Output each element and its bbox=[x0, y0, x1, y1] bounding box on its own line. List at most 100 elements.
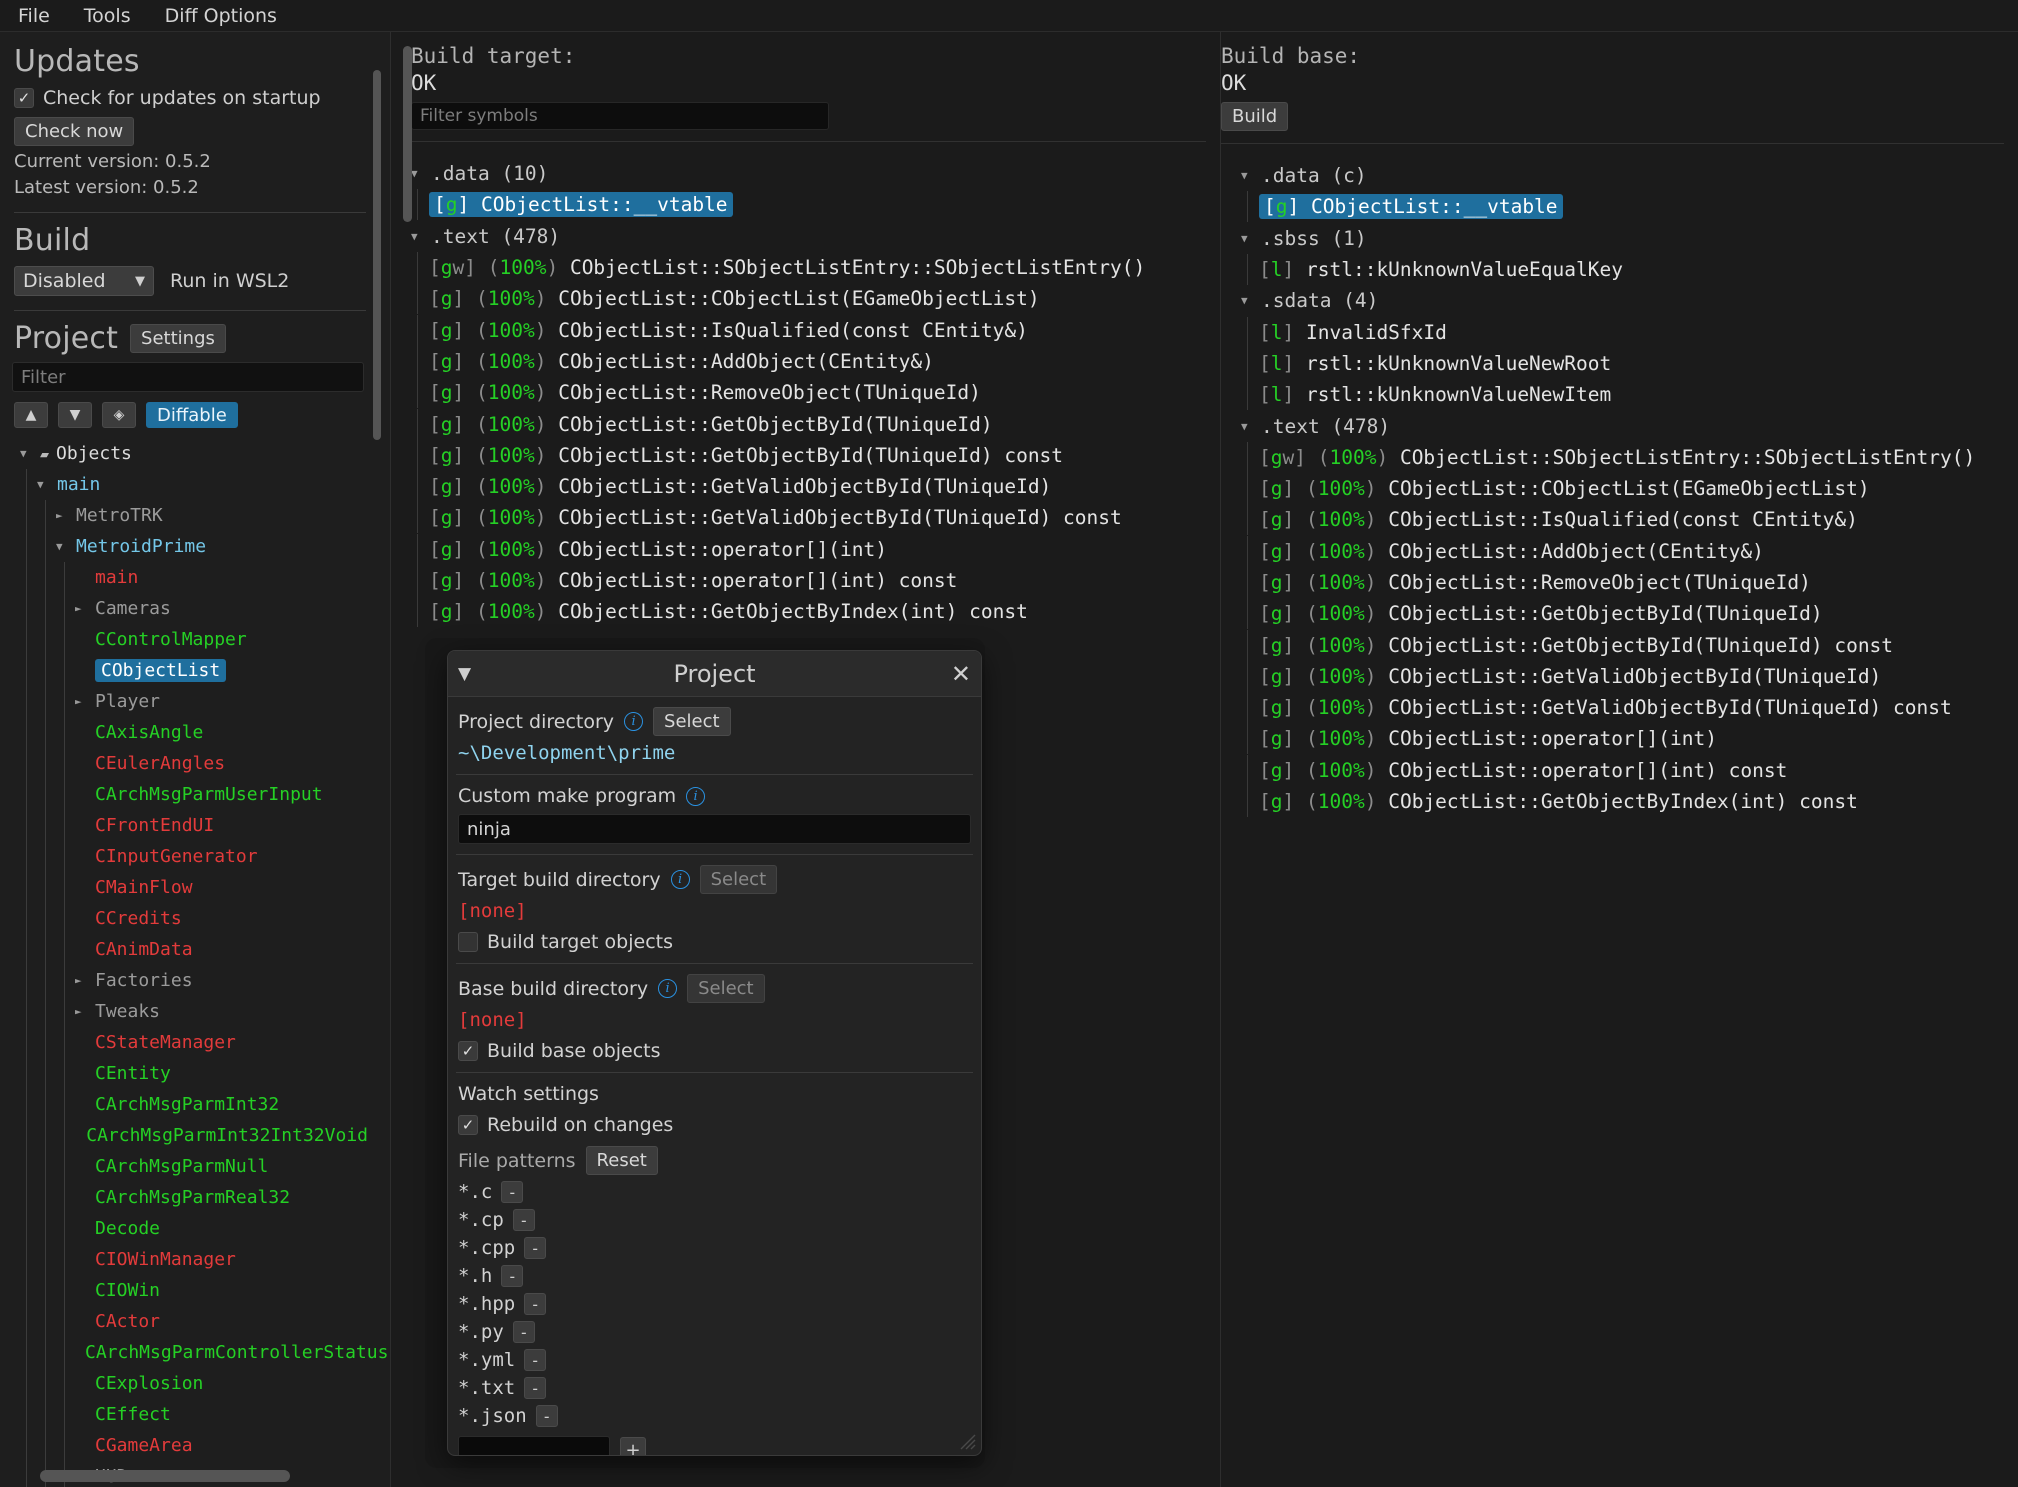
chevron-right-icon[interactable]: ► bbox=[75, 602, 89, 615]
tree-item[interactable]: CIOWin bbox=[12, 1275, 368, 1306]
symbol-section-row[interactable]: ▼.sbss (1) bbox=[1221, 223, 2018, 254]
project-settings-button[interactable]: Settings bbox=[130, 324, 226, 353]
add-pattern-button[interactable]: + bbox=[620, 1437, 646, 1456]
diffable-toggle-button[interactable]: Diffable bbox=[146, 402, 238, 428]
chevron-down-icon[interactable]: ▼ bbox=[411, 230, 424, 243]
resize-grip-icon[interactable] bbox=[955, 1429, 977, 1451]
tree-item[interactable]: CAnimData bbox=[12, 934, 368, 965]
tree-item[interactable]: CEntity bbox=[12, 1058, 368, 1089]
build-base-objects-row[interactable]: ✓ Build base objects bbox=[458, 1040, 971, 1062]
symbol-row[interactable]: [l] rstl::kUnknownValueNewItem bbox=[1221, 379, 2018, 410]
menu-item-file[interactable]: File bbox=[12, 3, 56, 29]
tree-item[interactable]: ►Cameras bbox=[12, 593, 368, 624]
tree-item[interactable]: CArchMsgParmNull bbox=[12, 1151, 368, 1182]
symbol-row[interactable]: [g] (100%) CObjectList::operator[](int) … bbox=[391, 565, 1220, 596]
symbol-row[interactable]: [g] (100%) CObjectList::IsQualified(cons… bbox=[1221, 504, 2018, 535]
move-up-icon[interactable]: ▲ bbox=[14, 402, 48, 428]
symbol-row[interactable]: [gw] (100%) CObjectList::SObjectListEntr… bbox=[1221, 442, 2018, 473]
project-filter-input[interactable]: Filter bbox=[12, 362, 364, 392]
tree-item[interactable]: CExplosion bbox=[12, 1368, 368, 1399]
rebuild-on-changes-row[interactable]: ✓ Rebuild on changes bbox=[458, 1114, 971, 1136]
info-icon[interactable]: i bbox=[624, 712, 643, 731]
symbol-row[interactable]: [g] (100%) CObjectList::AddObject(CEntit… bbox=[391, 346, 1220, 377]
new-pattern-input[interactable] bbox=[458, 1436, 610, 1456]
chevron-down-icon[interactable]: ▼ bbox=[1241, 169, 1254, 182]
chevron-down-icon[interactable]: ▼ bbox=[56, 540, 70, 553]
tree-item[interactable]: ▼main bbox=[12, 469, 368, 500]
base-build-directory-select-button[interactable]: Select bbox=[687, 974, 765, 1003]
chevron-down-icon[interactable]: ▼ bbox=[1241, 420, 1254, 433]
file-patterns-reset-button[interactable]: Reset bbox=[586, 1146, 658, 1175]
remove-pattern-button[interactable]: - bbox=[524, 1349, 546, 1371]
check-now-button[interactable]: Check now bbox=[14, 117, 134, 146]
chevron-down-icon[interactable]: ▼ bbox=[1241, 232, 1254, 245]
tree-item[interactable]: CStateManager bbox=[12, 1027, 368, 1058]
symbol-row[interactable]: [g] (100%) CObjectList::IsQualified(cons… bbox=[391, 314, 1220, 345]
symbol-section-row[interactable]: ▼.data (c) bbox=[1221, 160, 2018, 191]
symbol-row[interactable]: [g] (100%) CObjectList::operator[](int) bbox=[391, 534, 1220, 565]
symbol-row[interactable]: [g] (100%) CObjectList::GetObjectByIndex… bbox=[1221, 786, 2018, 817]
remove-pattern-button[interactable]: - bbox=[536, 1405, 558, 1427]
remove-pattern-button[interactable]: - bbox=[524, 1293, 546, 1315]
remove-pattern-button[interactable]: - bbox=[501, 1265, 523, 1287]
symbol-row[interactable]: [g] (100%) CObjectList::GetObjectById(TU… bbox=[391, 440, 1220, 471]
symbol-row[interactable]: [gw] (100%) CObjectList::SObjectListEntr… bbox=[391, 252, 1220, 283]
symbol-row[interactable]: [g] (100%) CObjectList::GetObjectById(TU… bbox=[391, 408, 1220, 439]
symbol-row[interactable]: [g] (100%) CObjectList::GetValidObjectBy… bbox=[1221, 661, 2018, 692]
chevron-right-icon[interactable]: ► bbox=[56, 509, 70, 522]
symbol-row[interactable]: [g] (100%) CObjectList::GetObjectById(TU… bbox=[1221, 629, 2018, 660]
sidebar-horizontal-scrollbar[interactable] bbox=[40, 1470, 290, 1482]
chevron-right-icon[interactable]: ► bbox=[75, 1005, 89, 1018]
build-mode-select[interactable]: Disabled ▼ bbox=[14, 266, 154, 296]
chevron-down-icon[interactable]: ▼ bbox=[37, 478, 51, 491]
tree-item[interactable]: CArchMsgParmUserInput bbox=[12, 779, 368, 810]
check-updates-on-startup-row[interactable]: ✓ Check for updates on startup bbox=[14, 87, 368, 109]
tree-item[interactable]: ▼▰Objects bbox=[12, 438, 368, 469]
target-build-directory-select-button[interactable]: Select bbox=[700, 865, 778, 894]
tree-item[interactable]: CEffect bbox=[12, 1399, 368, 1430]
symbol-section-row[interactable]: ▼.text (478) bbox=[1221, 410, 2018, 441]
tree-item[interactable]: CEulerAngles bbox=[12, 748, 368, 779]
tree-item[interactable]: CArchMsgParmReal32 bbox=[12, 1182, 368, 1213]
symbol-row[interactable]: [g] (100%) CObjectList::GetObjectById(TU… bbox=[1221, 598, 2018, 629]
tree-item[interactable]: CActor bbox=[12, 1306, 368, 1337]
tree-item[interactable]: CInputGenerator bbox=[12, 841, 368, 872]
menu-item-tools[interactable]: Tools bbox=[78, 3, 137, 29]
tree-item[interactable]: ►Factories bbox=[12, 965, 368, 996]
close-icon[interactable]: ✕ bbox=[951, 660, 971, 688]
target-symbol-filter-input[interactable]: Filter symbols bbox=[411, 102, 829, 130]
menu-item-diff-options[interactable]: Diff Options bbox=[159, 3, 283, 29]
tree-item[interactable]: CGameArea bbox=[12, 1430, 368, 1461]
symbol-row[interactable]: [l] rstl::kUnknownValueEqualKey bbox=[1221, 254, 2018, 285]
tree-item[interactable]: CArchMsgParmInt32Int32Void bbox=[12, 1120, 368, 1151]
build-base-objects-checkbox[interactable]: ✓ bbox=[458, 1041, 478, 1061]
symbol-row[interactable]: [g] CObjectList::__vtable bbox=[391, 189, 1220, 220]
move-down-icon[interactable]: ▼ bbox=[58, 402, 92, 428]
tree-item[interactable]: ►Tweaks bbox=[12, 996, 368, 1027]
chevron-right-icon[interactable]: ► bbox=[75, 695, 89, 708]
tree-item[interactable]: ►MetroTRK bbox=[12, 500, 368, 531]
info-icon[interactable]: i bbox=[658, 979, 677, 998]
remove-pattern-button[interactable]: - bbox=[513, 1321, 535, 1343]
tree-item[interactable]: main bbox=[12, 562, 368, 593]
tree-item[interactable]: CMainFlow bbox=[12, 872, 368, 903]
build-target-objects-checkbox[interactable]: ✓ bbox=[458, 932, 478, 952]
chevron-down-icon[interactable]: ▼ bbox=[411, 167, 424, 180]
remove-pattern-button[interactable]: - bbox=[513, 1209, 535, 1231]
symbol-row[interactable]: [g] (100%) CObjectList::AddObject(CEntit… bbox=[1221, 536, 2018, 567]
symbol-row[interactable]: [g] (100%) CObjectList::operator[](int) bbox=[1221, 723, 2018, 754]
build-button[interactable]: Build bbox=[1221, 102, 1288, 131]
target-crosshair-icon[interactable]: ◈ bbox=[102, 402, 136, 428]
symbol-row[interactable]: [g] (100%) CObjectList::CObjectList(EGam… bbox=[1221, 473, 2018, 504]
tree-item[interactable]: CArchMsgParmInt32 bbox=[12, 1089, 368, 1120]
project-directory-select-button[interactable]: Select bbox=[653, 707, 731, 736]
remove-pattern-button[interactable]: - bbox=[524, 1237, 546, 1259]
symbol-section-row[interactable]: ▼.text (478) bbox=[391, 221, 1220, 252]
symbol-row[interactable]: [g] (100%) CObjectList::GetObjectByIndex… bbox=[391, 596, 1220, 627]
tree-item[interactable]: CAxisAngle bbox=[12, 717, 368, 748]
tree-item[interactable]: CControlMapper bbox=[12, 624, 368, 655]
tree-item[interactable]: Decode bbox=[12, 1213, 368, 1244]
chevron-down-icon[interactable]: ▼ bbox=[1241, 294, 1254, 307]
symbol-row[interactable]: [g] (100%) CObjectList::GetValidObjectBy… bbox=[1221, 692, 2018, 723]
sidebar-vertical-scrollbar[interactable] bbox=[373, 70, 381, 440]
